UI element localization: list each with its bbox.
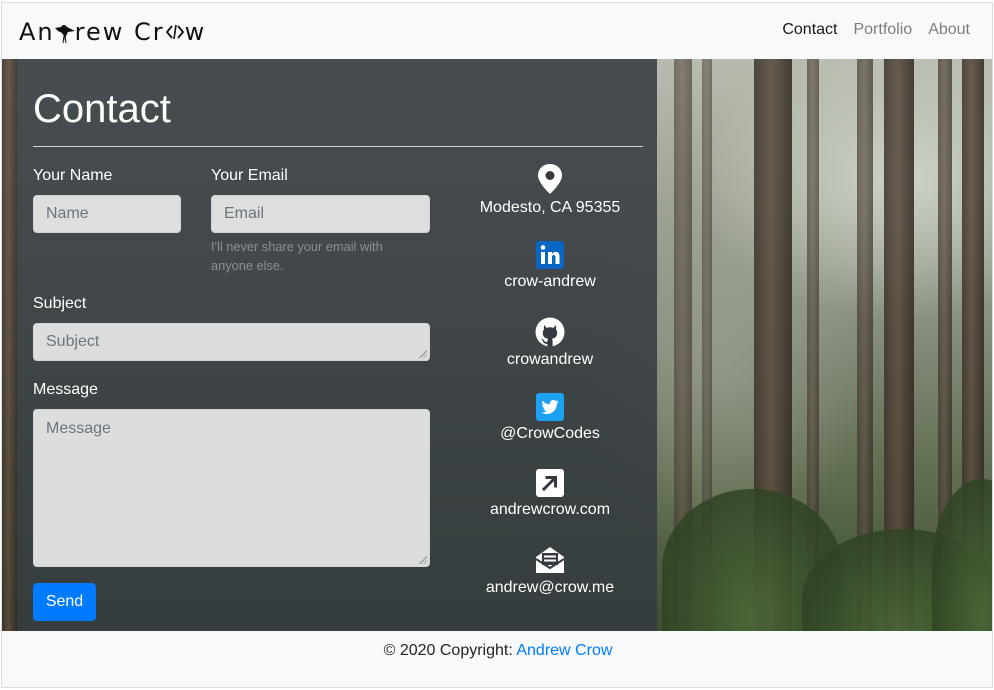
map-pin-icon <box>538 164 562 194</box>
name-input[interactable]: Name <box>33 195 181 233</box>
name-label: Your Name <box>33 167 113 184</box>
resize-handle[interactable] <box>419 350 427 358</box>
info-twitter[interactable]: @CrowCodes <box>465 393 635 443</box>
brand-text-part1: An <box>19 18 55 46</box>
envelope-icon <box>535 547 565 573</box>
twitter-icon <box>536 393 564 421</box>
message-textarea[interactable]: Message <box>33 409 430 567</box>
subject-placeholder: Subject <box>46 333 100 350</box>
linkedin-icon <box>536 241 564 269</box>
page-frame: An rew Cr w Contact Portfolio About Cont… <box>1 2 993 688</box>
code-icon <box>165 24 184 40</box>
info-email[interactable]: andrew@crow.me <box>465 545 635 597</box>
nav-links: Contact Portfolio About <box>782 21 970 39</box>
divider <box>33 146 643 147</box>
github-text: crowandrew <box>506 351 594 368</box>
brand-logo[interactable]: An rew Cr w <box>19 17 206 47</box>
brand-text-part2: rew Cr <box>74 18 165 46</box>
email-text: andrew@crow.me <box>485 579 615 596</box>
subject-input[interactable]: Subject <box>33 323 430 361</box>
footer-link[interactable]: Andrew Crow <box>516 642 612 659</box>
email-hint: I'll never share your email with anyone … <box>211 239 383 273</box>
message-label: Message <box>33 381 98 398</box>
github-icon <box>535 317 565 347</box>
info-website[interactable]: andrewcrow.com <box>465 469 635 519</box>
message-placeholder: Message <box>46 420 111 437</box>
email-label: Your Email <box>211 167 288 184</box>
email-placeholder: Email <box>224 205 265 222</box>
brand-text-part3: w <box>184 18 207 46</box>
name-placeholder: Name <box>46 205 89 222</box>
nav-contact[interactable]: Contact <box>782 21 837 39</box>
email-input[interactable]: Email <box>211 195 430 233</box>
twitter-text: @CrowCodes <box>500 425 600 442</box>
nav-about[interactable]: About <box>928 21 970 39</box>
info-location: Modesto, CA 95355 <box>465 163 635 217</box>
location-text: Modesto, CA 95355 <box>479 199 621 216</box>
footer: © 2020 Copyright: Andrew Crow <box>2 631 992 687</box>
info-github[interactable]: crowandrew <box>465 317 635 369</box>
external-link-icon <box>536 469 564 497</box>
send-button[interactable]: Send <box>33 583 96 621</box>
contact-panel: Contact Your Name Name Your Email Email … <box>17 59 657 631</box>
navbar: An rew Cr w Contact Portfolio About <box>2 3 992 59</box>
page-title: Contact <box>33 87 171 131</box>
copyright-text: © 2020 Copyright: <box>383 642 517 659</box>
nav-portfolio[interactable]: Portfolio <box>853 21 912 39</box>
forest-background: Contact Your Name Name Your Email Email … <box>2 59 992 631</box>
resize-handle[interactable] <box>419 556 427 564</box>
linkedin-text: crow-andrew <box>504 273 596 290</box>
subject-label: Subject <box>33 295 87 312</box>
info-linkedin[interactable]: crow-andrew <box>465 241 635 291</box>
website-text: andrewcrow.com <box>489 501 611 518</box>
